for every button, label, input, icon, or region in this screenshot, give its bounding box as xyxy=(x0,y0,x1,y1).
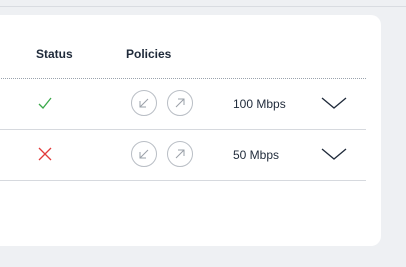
cross-icon xyxy=(37,146,53,162)
upload-policy-icon[interactable] xyxy=(167,141,193,167)
bandwidth-value: 100 Mbps xyxy=(233,97,286,111)
column-header-policies: Policies xyxy=(126,47,172,61)
bandwidth-value: 50 Mbps xyxy=(233,148,280,162)
check-icon xyxy=(37,95,53,111)
chevron-down-icon[interactable] xyxy=(320,145,348,163)
download-policy-icon[interactable] xyxy=(131,90,157,116)
download-policy-icon[interactable] xyxy=(131,141,157,167)
top-divider xyxy=(0,0,406,7)
chevron-down-icon[interactable] xyxy=(320,94,348,112)
column-header-status: Status xyxy=(36,47,73,61)
table-card: Status Policies 100 Mbps 50 Mbps xyxy=(0,15,381,246)
table-row[interactable]: 50 Mbps xyxy=(0,130,366,181)
table-header: Status Policies xyxy=(0,15,366,79)
table-row[interactable]: 100 Mbps xyxy=(0,79,366,130)
upload-policy-icon[interactable] xyxy=(167,90,193,116)
